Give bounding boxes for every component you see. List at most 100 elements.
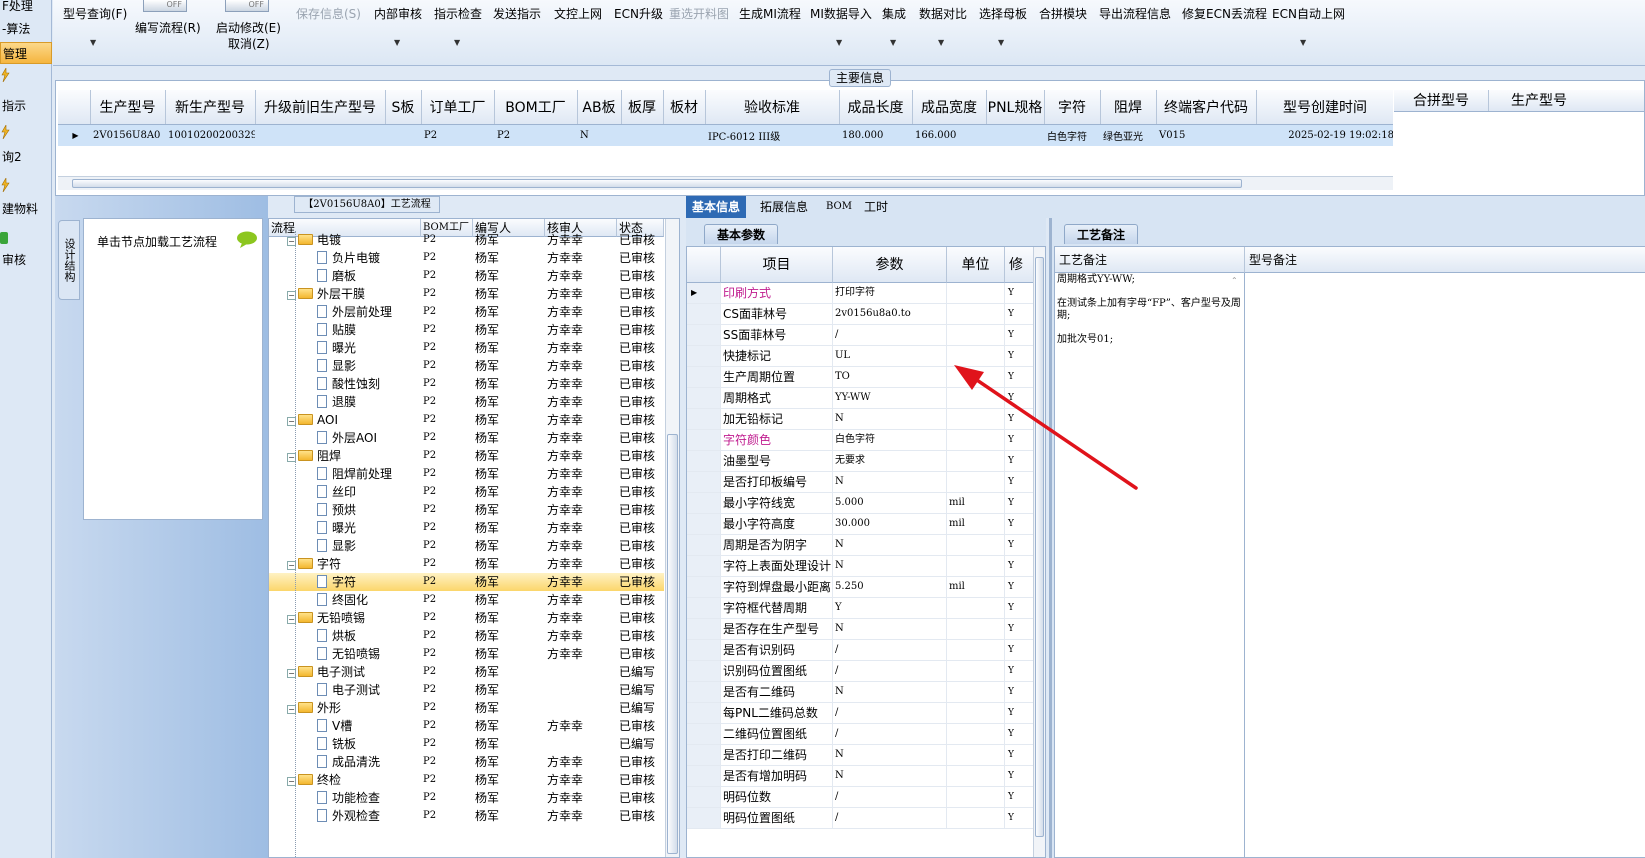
row-selector[interactable] — [687, 409, 721, 429]
param-value-cell[interactable]: 无要求 — [833, 451, 947, 471]
generate-mi-button[interactable]: 生成MI流程 — [739, 5, 801, 22]
tree-node[interactable]: − 无铅喷锡 — [287, 609, 365, 627]
tree-row[interactable]: 酸性蚀刻 P2 杨军 方幸幸 已审核 — [269, 375, 664, 393]
row-selector[interactable] — [687, 745, 721, 765]
param-value-cell[interactable]: N — [833, 556, 947, 576]
param-row[interactable]: 二维码位置图纸 / Y — [687, 724, 1045, 745]
row-selector[interactable] — [687, 472, 721, 492]
send-instruction-button[interactable]: 发送指示 — [493, 5, 541, 22]
tab-work-hours[interactable]: 工时 — [858, 196, 894, 218]
param-value-cell[interactable]: / — [833, 787, 947, 807]
toggle-switch[interactable]: OFF — [143, 0, 187, 12]
param-row[interactable]: 识别码位置图纸 / Y — [687, 661, 1045, 682]
tree-row[interactable]: 贴膜 P2 杨军 方幸幸 已审核 — [269, 321, 664, 339]
param-row[interactable]: 最小字符高度 30.000 mil Y — [687, 514, 1045, 535]
ecn-upgrade-button[interactable]: ECN升级 — [614, 5, 663, 22]
tree-row[interactable]: − 终检 P2 杨军 方幸幸 已审核 — [269, 771, 664, 789]
main-info-column-header[interactable]: 成品长度 — [839, 90, 913, 125]
tree-row[interactable]: 外层AOI P2 杨军 方幸幸 已审核 — [269, 429, 664, 447]
toggle-switch[interactable]: OFF — [225, 0, 269, 12]
tree-row[interactable]: 无铅喷锡 P2 杨军 方幸幸 已审核 — [269, 645, 664, 663]
tree-row[interactable]: 成品清洗 P2 杨军 方幸幸 已审核 — [269, 753, 664, 771]
param-row[interactable]: CS面菲林号 2v0156u8a0.to Y — [687, 304, 1045, 325]
tree-row[interactable]: 显影 P2 杨军 方幸幸 已审核 — [269, 357, 664, 375]
tree-row[interactable]: − AOI P2 杨军 方幸幸 已审核 — [269, 411, 664, 429]
main-info-column-header[interactable]: AB板 — [577, 90, 622, 125]
scrollbar-thumb[interactable] — [72, 179, 1242, 188]
nav-item-process[interactable]: F处理 — [0, 0, 52, 17]
tree-node[interactable]: 烘板 — [317, 627, 356, 645]
tree-node[interactable]: 曝光 — [317, 519, 356, 537]
param-value-cell[interactable]: 打印字符 — [833, 283, 947, 303]
row-selector[interactable] — [687, 346, 721, 366]
integrate-button[interactable]: 集成 — [882, 5, 906, 22]
main-info-cell[interactable]: 绿色亚光 — [1100, 124, 1156, 146]
tree-row[interactable]: 曝光 P2 杨军 方幸幸 已审核 — [269, 519, 664, 537]
main-info-cell[interactable] — [663, 124, 705, 146]
param-row[interactable]: 字符到焊盘最小距离 5.250 mil Y — [687, 577, 1045, 598]
scrollbar-thumb[interactable] — [667, 434, 678, 854]
nav-item-material[interactable]: 建物料 — [0, 198, 52, 220]
row-selector[interactable] — [687, 787, 721, 807]
tree-node[interactable]: 无铅喷锡 — [317, 645, 380, 663]
select-motherboard-button[interactable]: 选择母板 — [979, 5, 1027, 22]
merge-module-button[interactable]: 合拼模块 — [1039, 5, 1087, 22]
start-modify-button[interactable]: 启动修改(E) — [216, 19, 281, 36]
param-value-cell[interactable]: N — [833, 535, 947, 555]
cancel-button[interactable]: 取消(Z) — [228, 35, 270, 52]
export-flow-button[interactable]: 导出流程信息 — [1099, 5, 1171, 22]
tree-node[interactable]: 阻焊前处理 — [317, 465, 392, 483]
tree-row[interactable]: 预烘 P2 杨军 方幸幸 已审核 — [269, 501, 664, 519]
param-value-cell[interactable]: N — [833, 766, 947, 786]
tree-node[interactable]: 丝印 — [317, 483, 356, 501]
row-selector[interactable] — [687, 703, 721, 723]
main-info-column-header[interactable]: 新生产型号 — [165, 90, 256, 125]
param-row[interactable]: 明码位数 / Y — [687, 787, 1045, 808]
internal-review-button[interactable]: 内部审核 — [374, 5, 422, 22]
row-selector[interactable] — [687, 451, 721, 471]
main-info-column-header[interactable]: 板厚 — [621, 90, 664, 125]
row-selector[interactable] — [687, 367, 721, 387]
tree-node[interactable]: 酸性蚀刻 — [317, 375, 380, 393]
main-info-column-header[interactable]: 升级前旧生产型号 — [255, 90, 386, 125]
tree-row[interactable]: 终固化 P2 杨军 方幸幸 已审核 — [269, 591, 664, 609]
tree-row[interactable]: − 外形 P2 杨军 已编写 — [269, 699, 664, 717]
basic-params-tab[interactable]: 基本参数 — [704, 224, 779, 244]
vertical-scrollbar[interactable] — [665, 219, 679, 857]
doc-online-button[interactable]: 文控上网 — [554, 5, 602, 22]
row-selector[interactable]: ▶ — [58, 124, 90, 146]
param-value-cell[interactable]: Y — [833, 598, 947, 618]
main-info-cell[interactable]: P2 — [494, 124, 577, 146]
main-info-cell[interactable]: IPC-6012 III级 — [705, 124, 839, 146]
nav-item-management[interactable]: 管理 — [0, 42, 52, 64]
save-info-button[interactable]: 保存信息(S) — [296, 5, 361, 22]
tree-row[interactable]: 铣板 P2 杨军 已编写 — [269, 735, 664, 753]
main-info-column-header[interactable]: PNL规格 — [986, 90, 1045, 125]
param-value-cell[interactable]: / — [833, 724, 947, 744]
write-flow-button[interactable]: 编写流程(R) — [135, 19, 201, 36]
tree-node[interactable]: − 电子测试 — [287, 663, 365, 681]
row-selector[interactable] — [687, 766, 721, 786]
data-compare-button[interactable]: 数据对比 — [919, 5, 967, 22]
param-row[interactable]: 明码位置图纸 / Y — [687, 808, 1045, 829]
model-query-button[interactable]: 型号查询(F) — [63, 5, 127, 22]
row-selector[interactable] — [687, 514, 721, 534]
main-info-cell[interactable]: P2 — [421, 124, 494, 146]
nav-item-review[interactable]: 审核 — [0, 249, 52, 271]
main-info-cell[interactable]: V015 — [1156, 124, 1256, 146]
row-selector[interactable] — [687, 640, 721, 660]
main-info-column-header[interactable]: S板 — [385, 90, 422, 125]
param-value-cell[interactable]: 2v0156u8a0.to — [833, 304, 947, 324]
param-value-cell[interactable]: UL — [833, 346, 947, 366]
tree-node[interactable]: 外层AOI — [317, 429, 377, 447]
main-info-cell[interactable]: 2025-02-19 19:02:18 — [1256, 124, 1393, 146]
row-selector[interactable] — [687, 598, 721, 618]
main-info-column-header[interactable]: 终端客户代码 — [1156, 90, 1257, 125]
row-selector[interactable] — [687, 304, 721, 324]
tree-row[interactable]: 负片电镀 P2 杨军 方幸幸 已审核 — [269, 249, 664, 267]
main-info-cell[interactable] — [986, 124, 1044, 146]
param-value-cell[interactable]: 白色字符 — [833, 430, 947, 450]
scrollbar-thumb[interactable] — [1035, 257, 1044, 837]
param-row[interactable]: 每PNL二维码总数 / Y — [687, 703, 1045, 724]
param-row[interactable]: 字符框代替周期 Y Y — [687, 598, 1045, 619]
